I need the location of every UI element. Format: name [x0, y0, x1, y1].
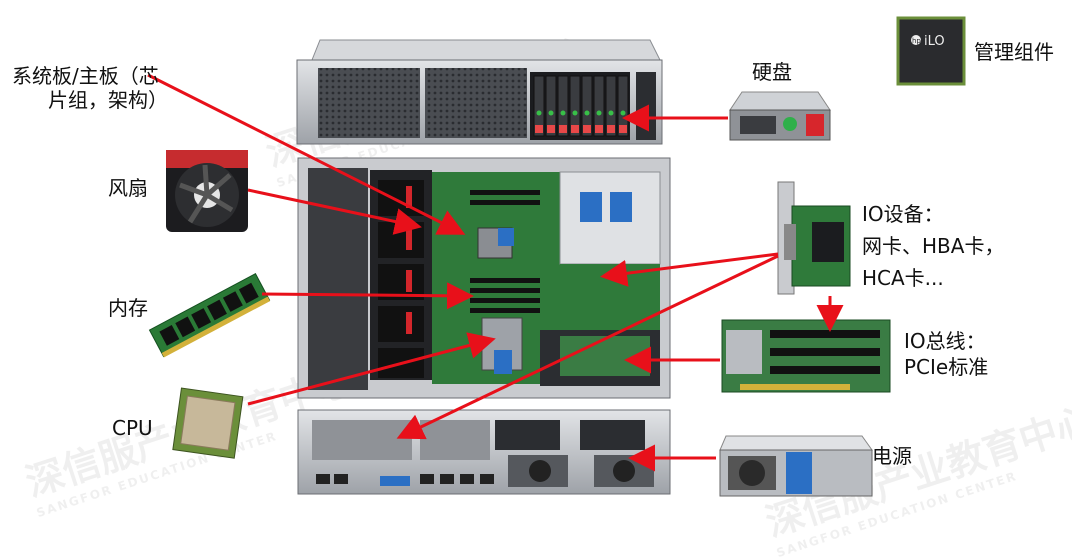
psu-image: [719, 435, 873, 497]
server-open-top: [297, 157, 671, 399]
hard-disk-image: [729, 91, 831, 141]
cpu-image: [172, 387, 244, 459]
label-io-bus-title: IO总线：: [904, 329, 986, 353]
memory-image: [148, 273, 271, 358]
chip-text: iLO: [924, 34, 945, 49]
label-io-bus: IO总线： PCIe标准: [904, 328, 988, 380]
chip-logo: hp: [912, 37, 921, 45]
pcie-riser-image: [721, 319, 891, 393]
label-io-device-title: IO设备：: [862, 202, 944, 226]
label-mgmt: 管理组件: [974, 40, 1054, 64]
label-memory: 内存: [108, 296, 148, 320]
label-motherboard-line2: 片组，架构）: [48, 88, 168, 112]
arrow-memory: [261, 282, 474, 310]
io-card-image: [777, 181, 851, 295]
fan-image: [166, 150, 248, 232]
label-io-device: IO设备： 网卡、HBA卡， HCA卡...: [862, 198, 1004, 294]
label-io-device-line1: 网卡、HBA卡，: [862, 234, 1005, 258]
label-io-device-line2: HCA卡...: [862, 266, 944, 290]
label-psu: 电源: [872, 444, 912, 468]
label-fan: 风扇: [108, 176, 148, 200]
label-io-bus-line2: PCIe标准: [904, 355, 989, 379]
server-rear: [297, 409, 671, 495]
server-front: [296, 39, 663, 145]
label-disk: 硬盘: [752, 60, 792, 84]
label-motherboard-line1: 系统板/主板（芯: [12, 64, 159, 88]
label-motherboard: 系统板/主板（芯 片组，架构）: [12, 64, 168, 112]
ilo-chip-image: hp iLO: [896, 16, 966, 86]
label-cpu: CPU: [112, 416, 153, 440]
